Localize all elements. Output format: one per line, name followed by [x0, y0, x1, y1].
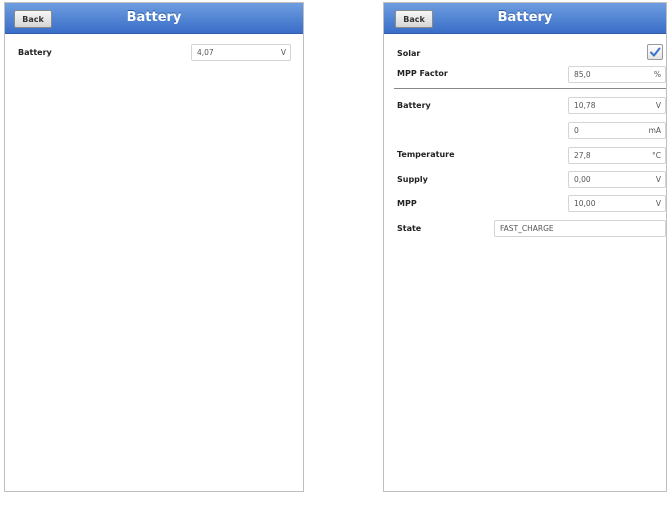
temperature-field[interactable]: 27,8 °C [568, 147, 666, 164]
temperature-label: Temperature [397, 150, 455, 159]
mpp-value: 10,00 [574, 199, 596, 208]
battery-current-value: 0 [574, 126, 579, 135]
mpp-label: MPP [397, 199, 417, 208]
battery-voltage-value: 4,07 [197, 48, 214, 57]
section-divider [394, 88, 666, 89]
state-field[interactable]: FAST_CHARGE [494, 220, 666, 237]
left-screen: Battery Back Battery 4,07 V [4, 2, 304, 492]
battery-voltage-field[interactable]: 4,07 V [191, 44, 291, 61]
mpp-factor-value: 85,0 [574, 70, 591, 79]
battery-voltage-value: 10,78 [574, 101, 596, 110]
mpp-unit: V [655, 199, 661, 208]
checkmark-icon [650, 47, 661, 57]
navigation-bar: Battery Back [384, 3, 666, 34]
right-screen: Battery Back Solar MPP Factor 85,0 % Bat… [383, 2, 667, 492]
battery-label: Battery [18, 48, 52, 57]
battery-current-unit: mA [648, 126, 661, 135]
supply-unit: V [655, 175, 661, 184]
back-button[interactable]: Back [14, 10, 52, 28]
mpp-factor-label: MPP Factor [397, 69, 448, 78]
supply-value: 0,00 [574, 175, 591, 184]
back-button[interactable]: Back [395, 10, 433, 28]
mpp-factor-field[interactable]: 85,0 % [568, 66, 666, 83]
battery-voltage-field[interactable]: 10,78 V [568, 97, 666, 114]
battery-current-field[interactable]: 0 mA [568, 122, 666, 139]
battery-label: Battery [397, 101, 431, 110]
supply-field[interactable]: 0,00 V [568, 171, 666, 188]
solar-checkbox[interactable] [647, 44, 663, 60]
supply-label: Supply [397, 175, 428, 184]
mpp-field[interactable]: 10,00 V [568, 195, 666, 212]
navigation-bar: Battery Back [5, 3, 303, 34]
temperature-value: 27,8 [574, 151, 591, 160]
mpp-factor-unit: % [653, 70, 661, 79]
state-label: State [397, 224, 422, 233]
battery-voltage-unit: V [655, 101, 661, 110]
temperature-unit: °C [652, 151, 661, 160]
solar-label: Solar [397, 49, 421, 58]
battery-voltage-unit: V [280, 48, 286, 57]
state-value: FAST_CHARGE [500, 224, 554, 233]
